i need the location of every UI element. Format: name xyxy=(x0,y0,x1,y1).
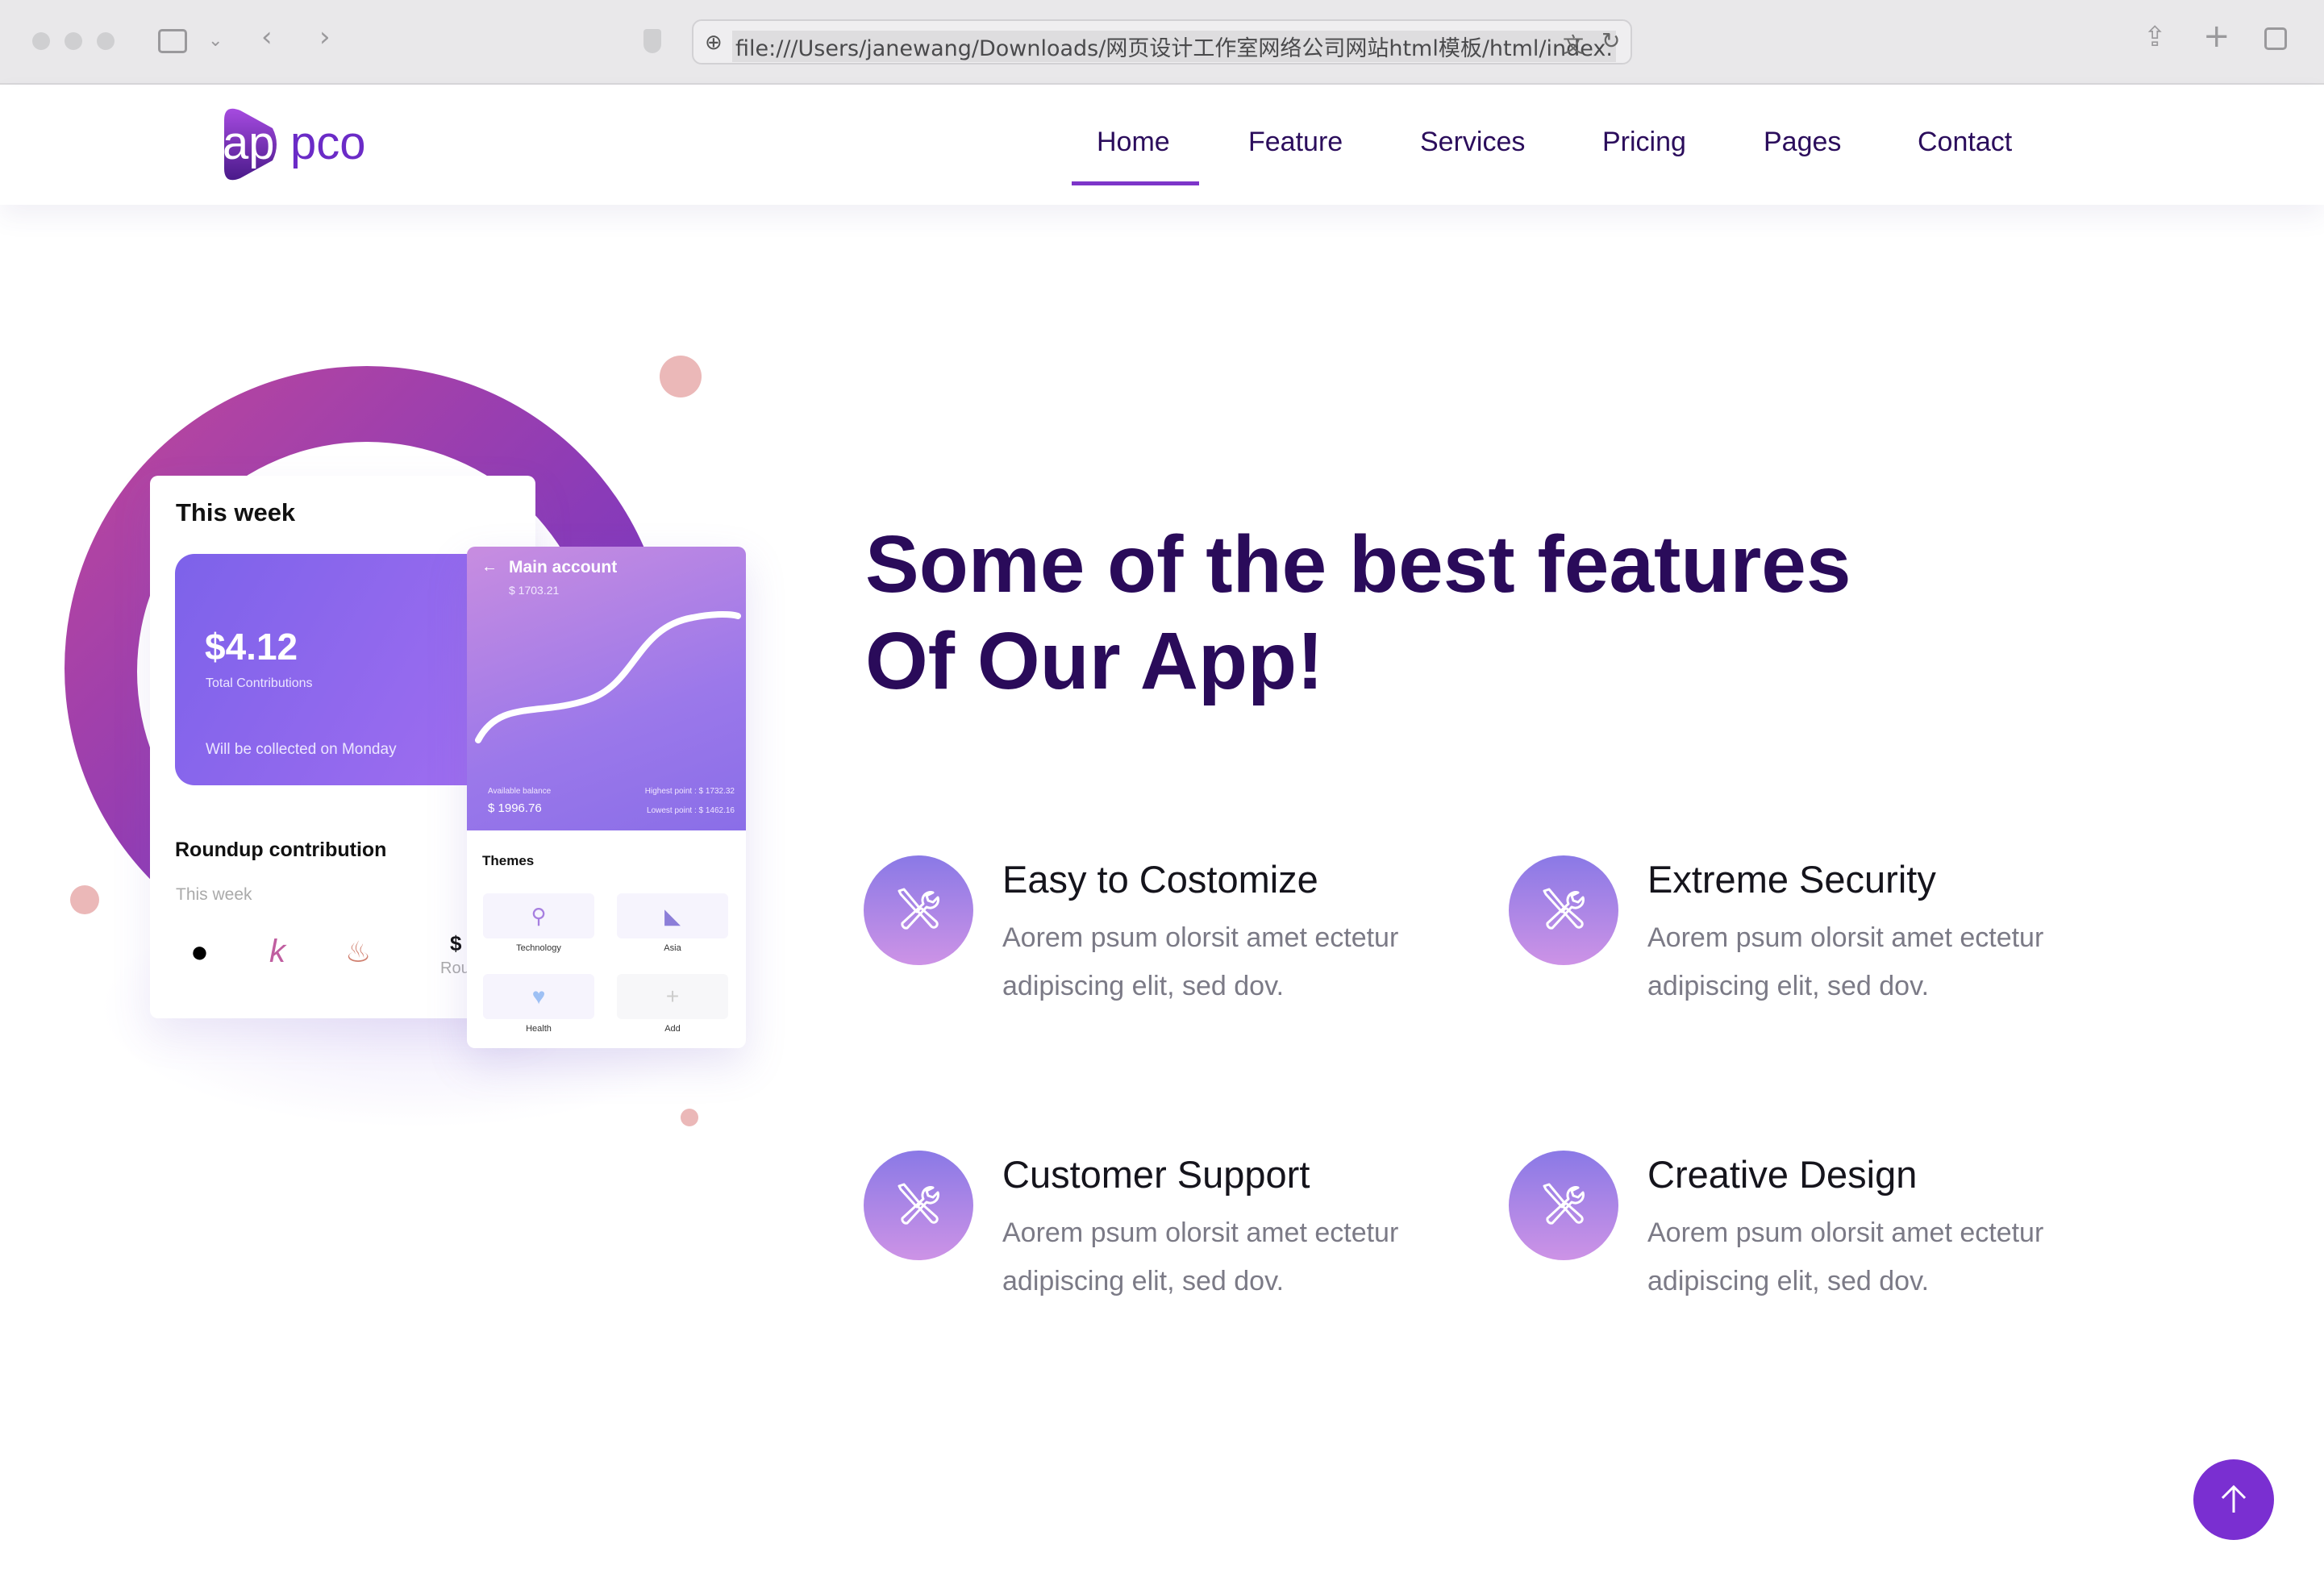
roundup-title: Roundup contribution xyxy=(175,839,387,861)
themes-title: Themes xyxy=(482,853,535,868)
lowest-point: Lowest point : $ 1462.16 xyxy=(647,806,735,815)
theme-label: Technology xyxy=(516,943,561,953)
contributions-panel: $4.12 Total Contributions Will be collec… xyxy=(175,554,514,785)
nav-pricing[interactable]: Pricing xyxy=(1602,127,1686,158)
reload-icon[interactable]: ↻ xyxy=(1601,27,1620,54)
nav-contact[interactable]: Contact xyxy=(1918,127,2012,158)
heading-line-2: Of Our App! xyxy=(865,616,1324,706)
address-bar[interactable]: ⊕ file:///Users/janewang/Downloads/网页设计工… xyxy=(692,19,1632,65)
tools-icon xyxy=(1509,1151,1618,1260)
back-icon[interactable]: ‹ xyxy=(261,21,273,53)
svg-text:ap: ap xyxy=(223,117,275,169)
theme-label: Asia xyxy=(664,943,681,953)
nav-pages[interactable]: Pages xyxy=(1764,127,1841,158)
nav-home[interactable]: Home xyxy=(1097,127,1170,158)
contribution-amount: $4.12 xyxy=(205,626,298,668)
feature-description: Aorem psum olorsit amet ectetur adipisci… xyxy=(1647,1217,2044,1296)
forward-icon[interactable]: › xyxy=(319,21,331,53)
asia-map-icon: ◣ xyxy=(617,893,728,938)
tools-icon xyxy=(1509,855,1618,965)
feature-item: Easy to Costomize Aorem psum olorsit ame… xyxy=(864,855,1476,1033)
svg-text:pco: pco xyxy=(290,117,366,169)
globe-icon: ⊕ xyxy=(705,31,723,55)
feature-title: Creative Design xyxy=(1647,1153,1918,1196)
close-window-button[interactable] xyxy=(32,32,50,50)
main-account-card: ← Main account $ 1703.21 Available balan… xyxy=(467,547,746,1048)
feature-description: Aorem psum olorsit amet ectetur adipisci… xyxy=(1002,922,1399,1001)
partial-dollar: $ xyxy=(450,931,462,955)
feature-description: Aorem psum olorsit amet ectetur adipisci… xyxy=(1647,922,2044,1001)
arrow-up-icon xyxy=(2221,1484,2247,1513)
k-brand-icon: k xyxy=(269,934,285,969)
add-icon: + xyxy=(617,974,728,1019)
available-label: Available balance xyxy=(488,787,552,796)
heading-line-1: Some of the best features xyxy=(865,519,1851,610)
scroll-to-top-button[interactable] xyxy=(2193,1459,2274,1540)
feature-item: Customer Support Aorem psum olorsit amet… xyxy=(864,1151,1476,1328)
heart-icon: ♥ xyxy=(483,974,594,1019)
maximize-window-button[interactable] xyxy=(97,32,115,50)
collection-note: Will be collected on Monday xyxy=(206,741,397,758)
apple-icon: ● xyxy=(190,935,209,969)
chevron-down-icon[interactable]: ⌄ xyxy=(208,31,223,51)
feature-item: Creative Design Aorem psum olorsit amet … xyxy=(1509,1151,2122,1328)
tools-icon xyxy=(864,855,973,965)
app-mockup-illustration: This week $4.12 Total Contributions Will… xyxy=(0,355,790,1145)
tabs-overview-icon[interactable] xyxy=(2264,27,2287,50)
feature-title: Extreme Security xyxy=(1647,858,1936,901)
amount-label: Total Contributions xyxy=(206,676,313,690)
shield-icon xyxy=(643,29,661,53)
theme-label: Add xyxy=(664,1024,681,1034)
section-heading: Some of the best features Of Our App! xyxy=(865,516,1851,710)
sidebar-toggle-icon[interactable] xyxy=(158,29,187,53)
card-title: This week xyxy=(176,498,296,526)
minimize-window-button[interactable] xyxy=(65,32,82,50)
translate-icon[interactable]: 文 xyxy=(1563,29,1584,59)
tools-icon xyxy=(864,1151,973,1260)
technology-icon: ⚲ xyxy=(483,893,594,938)
url-text: file:///Users/janewang/Downloads/网页设计工作室… xyxy=(732,31,1616,62)
highest-point: Highest point : $ 1732.32 xyxy=(644,787,735,796)
site-header: ap pco Home Feature Services Pricing Pag… xyxy=(0,86,2324,205)
feature-title: Customer Support xyxy=(1002,1153,1310,1196)
account-header: ← Main account $ 1703.21 Available balan… xyxy=(467,547,746,830)
nav-services[interactable]: Services xyxy=(1420,127,1525,158)
active-nav-underline xyxy=(1072,181,1199,185)
browser-toolbar: ⌄ ‹ › ⊕ file:///Users/janewang/Downloads… xyxy=(0,0,2324,85)
flame-brand-icon: ♨ xyxy=(345,935,372,968)
feature-description: Aorem psum olorsit amet ectetur adipisci… xyxy=(1002,1217,1399,1296)
share-icon[interactable]: ⇪ xyxy=(2143,21,2167,53)
nav-feature[interactable]: Feature xyxy=(1248,127,1343,158)
feature-title: Easy to Costomize xyxy=(1002,858,1318,901)
appco-logo[interactable]: ap pco xyxy=(216,104,385,185)
theme-label: Health xyxy=(526,1024,552,1034)
available-balance: $ 1996.76 xyxy=(488,801,542,815)
roundup-subtitle: This week xyxy=(176,885,252,904)
partial-text: Rou xyxy=(440,959,470,977)
new-tab-icon[interactable]: + xyxy=(2203,18,2230,55)
feature-item: Extreme Security Aorem psum olorsit amet… xyxy=(1509,855,2122,1033)
